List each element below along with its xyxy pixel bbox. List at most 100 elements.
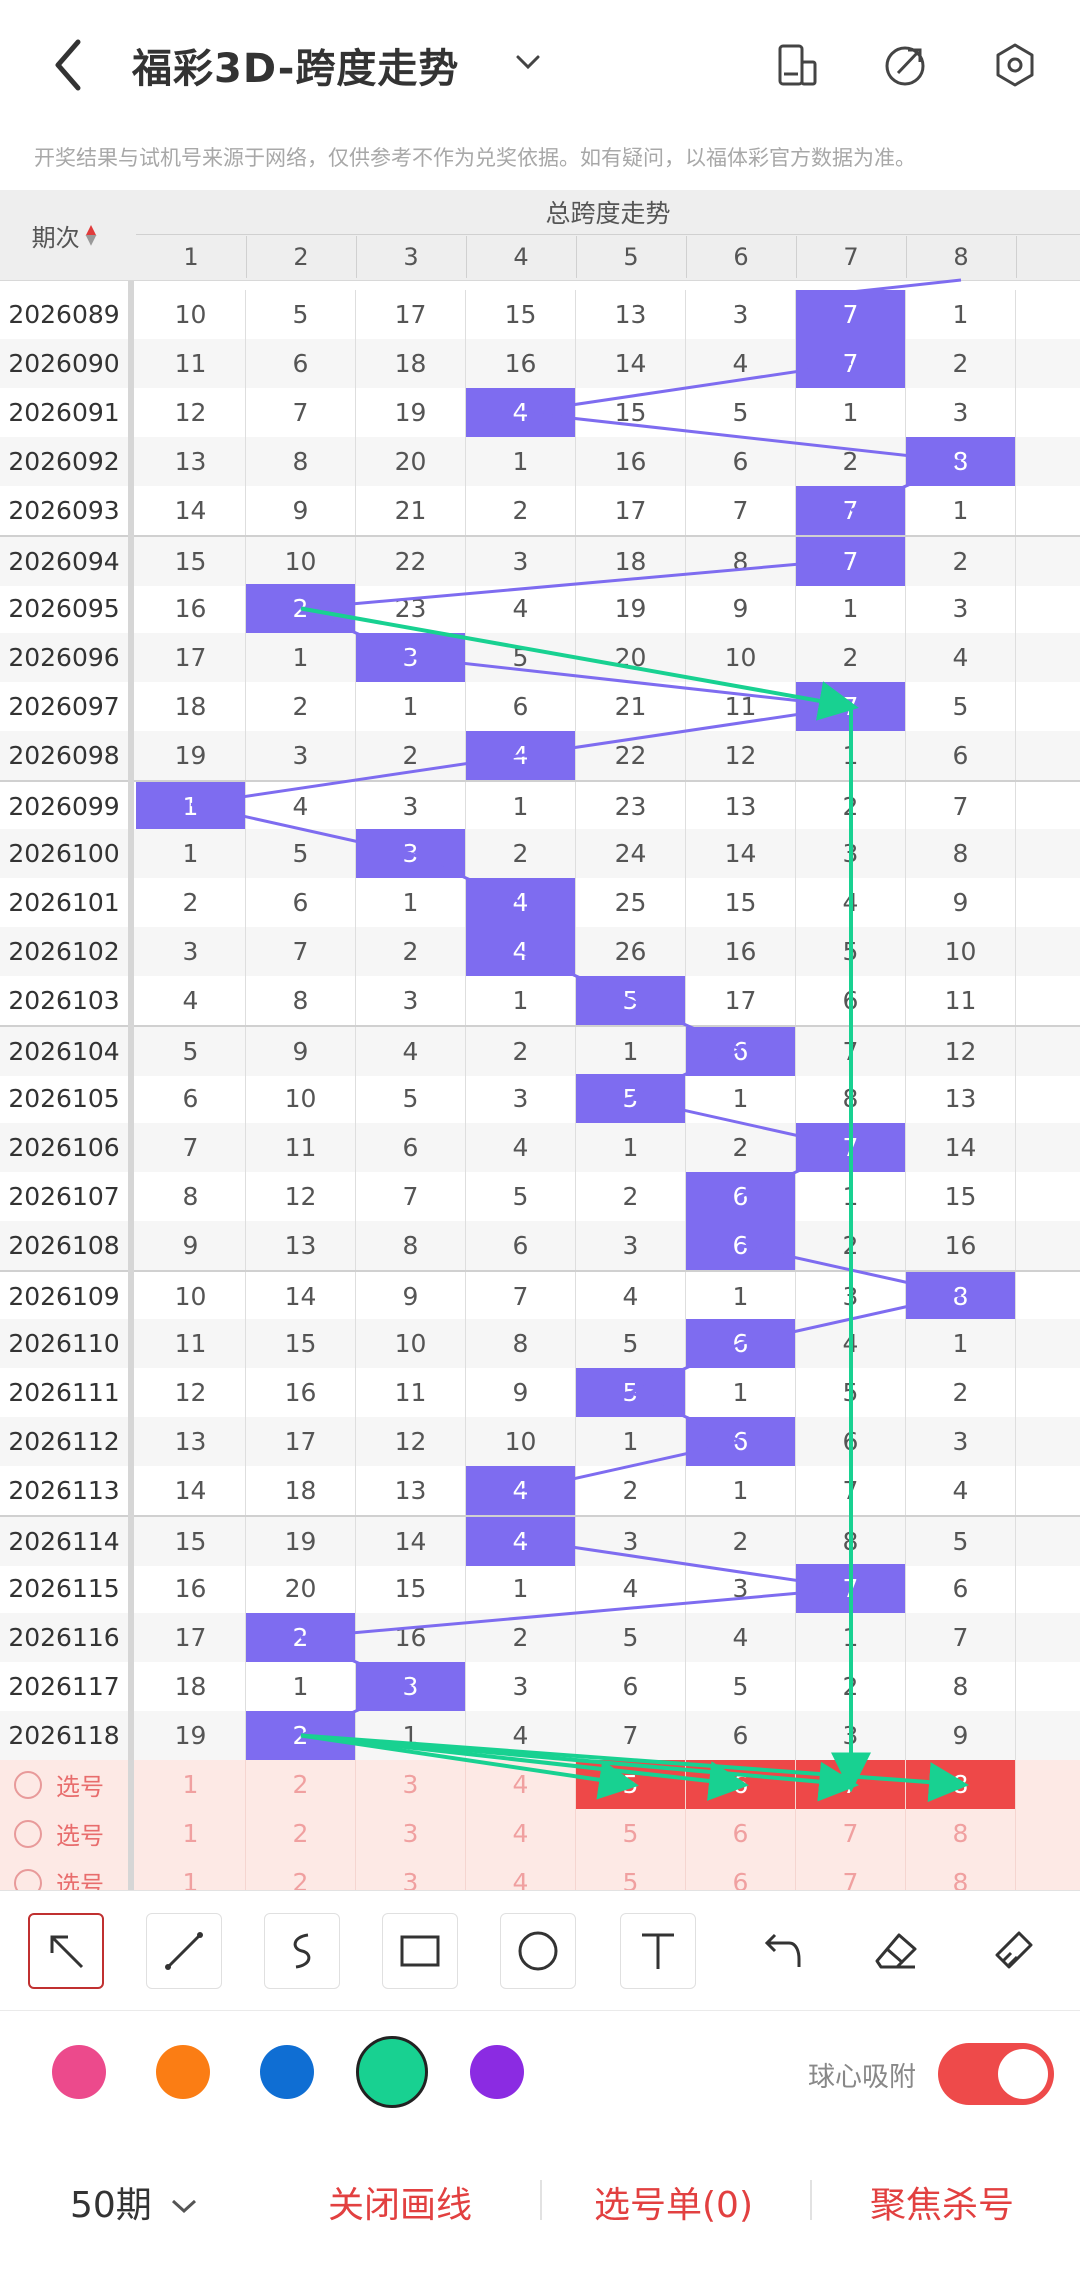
select-label[interactable]: 选号 xyxy=(0,1858,128,1890)
table-row: 2026111 12 16 11 9 5 1 5 2 xyxy=(0,1368,1080,1417)
select-number-cell[interactable]: 3 xyxy=(356,1858,466,1890)
select-number-cell[interactable]: 1 xyxy=(136,1858,246,1890)
omission-cell: 7 xyxy=(686,486,796,535)
select-number-cell[interactable]: 3 xyxy=(356,1760,466,1809)
omission-cell: 18 xyxy=(356,339,466,388)
selection-list-button[interactable]: 选号单(0) xyxy=(594,2176,753,2228)
hit-cell: 6 xyxy=(686,1027,796,1076)
rectangle-tool[interactable] xyxy=(382,1913,458,1989)
color-swatch[interactable] xyxy=(156,2045,210,2099)
omission-cell: 14 xyxy=(356,1517,466,1566)
hit-cell: 4 xyxy=(466,1517,576,1566)
sort-icon[interactable]: ▲ ▼ xyxy=(86,223,97,247)
select-number-cell[interactable]: 6 xyxy=(686,1858,796,1890)
period-cell: 2026102 xyxy=(8,937,120,966)
select-number-cell[interactable]: 5 xyxy=(576,1858,686,1890)
eraser-tool[interactable] xyxy=(858,1913,934,1989)
share-icon[interactable] xyxy=(880,40,930,90)
select-number-cell[interactable]: 7 xyxy=(796,1809,906,1858)
omission-cell: 6 xyxy=(466,1221,576,1270)
omission-cell: 19 xyxy=(356,388,466,437)
select-number-cell[interactable]: 1 xyxy=(136,1760,246,1809)
omission-cell: 6 xyxy=(686,437,796,486)
omission-cell: 1 xyxy=(466,976,576,1025)
select-number-cell[interactable]: 5 xyxy=(576,1809,686,1858)
line-tool[interactable] xyxy=(146,1913,222,1989)
select-number-cell[interactable]: 4 xyxy=(466,1809,576,1858)
select-number-cell[interactable]: 6 xyxy=(686,1809,796,1858)
table-row: 2026112 13 17 12 10 1 6 6 3 xyxy=(0,1417,1080,1466)
select-number-cell[interactable]: 7 xyxy=(796,1858,906,1890)
select-number-cell[interactable]: 3 xyxy=(356,1809,466,1858)
omission-cell: 1 xyxy=(576,1417,686,1466)
omission-cell: 2 xyxy=(796,437,906,486)
trend-table[interactable]: 2026089 10 5 17 15 13 3 7 1 2026090 11 6 18 16 14 4 7 2 20… xyxy=(0,190,1080,1890)
clear-tool[interactable] xyxy=(976,1913,1052,1989)
select-number-cell[interactable]: 8 xyxy=(906,1858,1016,1890)
table-row: 2026095 16 2 23 4 19 9 1 3 xyxy=(0,584,1080,633)
select-number-cell[interactable]: 8 xyxy=(906,1809,1016,1858)
color-swatch[interactable] xyxy=(260,2045,314,2099)
circle-tool[interactable] xyxy=(500,1913,576,1989)
color-swatch[interactable] xyxy=(470,2045,524,2099)
omission-cell: 1 xyxy=(686,1074,796,1123)
omission-cell: 1 xyxy=(466,437,576,486)
snap-toggle[interactable] xyxy=(938,2043,1054,2105)
select-radio-icon[interactable] xyxy=(14,1868,42,1890)
color-swatch[interactable] xyxy=(52,2045,106,2099)
hit-cell: 4 xyxy=(466,878,576,927)
omission-cell: 11 xyxy=(136,1319,246,1368)
focus-kill-button[interactable]: 聚焦杀号 xyxy=(870,2176,1014,2228)
chevron-down-icon[interactable] xyxy=(510,44,546,80)
picked-number-cell[interactable]: 7 xyxy=(796,1760,906,1809)
omission-cell: 5 xyxy=(576,1613,686,1662)
omission-cell: 13 xyxy=(576,290,686,339)
omission-cell: 6 xyxy=(906,1564,1016,1613)
omission-cell: 7 xyxy=(136,1123,246,1172)
omission-cell: 3 xyxy=(576,1517,686,1566)
select-number-cell[interactable]: 4 xyxy=(466,1858,576,1890)
omission-cell: 4 xyxy=(686,1613,796,1662)
app-header: 福彩3D-跨度走势 xyxy=(0,0,1080,132)
select-radio-icon[interactable] xyxy=(14,1770,42,1799)
omission-cell: 8 xyxy=(796,1074,906,1123)
settings-icon[interactable] xyxy=(990,40,1040,90)
select-radio-icon[interactable] xyxy=(14,1819,42,1848)
select-label[interactable]: 选号 xyxy=(0,1760,128,1809)
page-title[interactable]: 福彩3D-跨度走势 xyxy=(132,36,459,94)
select-number-cell[interactable]: 2 xyxy=(246,1809,356,1858)
picked-number-cell[interactable]: 6 xyxy=(686,1760,796,1809)
text-tool[interactable] xyxy=(620,1913,696,1989)
close-lines-button[interactable]: 关闭画线 xyxy=(328,2176,472,2228)
picked-number-cell[interactable]: 8 xyxy=(906,1760,1016,1809)
period-cell: 2026115 xyxy=(8,1574,120,1603)
hit-cell: 7 xyxy=(796,1123,906,1172)
omission-cell: 4 xyxy=(906,1466,1016,1515)
omission-cell: 18 xyxy=(576,537,686,586)
back-icon[interactable] xyxy=(40,30,96,100)
select-number-cell[interactable]: 2 xyxy=(246,1858,356,1890)
undo-tool[interactable] xyxy=(740,1913,816,1989)
select-label[interactable]: 选号 xyxy=(0,1809,128,1858)
select-number-cell[interactable]: 4 xyxy=(466,1760,576,1809)
period-count-select[interactable]: 50期 xyxy=(70,2176,199,2228)
period-header[interactable]: 期次 ▲ ▼ xyxy=(0,190,128,280)
omission-cell: 7 xyxy=(246,927,356,976)
select-number-cell[interactable]: 2 xyxy=(246,1760,356,1809)
omission-cell: 17 xyxy=(576,486,686,535)
hit-cell: 7 xyxy=(796,682,906,731)
omission-cell: 6 xyxy=(356,1123,466,1172)
omission-cell: 9 xyxy=(906,1711,1016,1760)
omission-cell: 6 xyxy=(246,339,356,388)
layout-switch-icon[interactable] xyxy=(772,40,822,90)
omission-cell: 11 xyxy=(136,339,246,388)
omission-cell: 20 xyxy=(356,437,466,486)
picked-number-cell[interactable]: 5 xyxy=(576,1760,686,1809)
curve-tool[interactable] xyxy=(264,1913,340,1989)
line-icon xyxy=(165,1932,203,1970)
arrow-tool[interactable] xyxy=(28,1913,104,1989)
color-swatch-selected[interactable] xyxy=(356,2036,428,2108)
period-cell: 2026110 xyxy=(8,1329,120,1358)
select-number-cell[interactable]: 1 xyxy=(136,1809,246,1858)
omission-cell: 9 xyxy=(136,1221,246,1270)
